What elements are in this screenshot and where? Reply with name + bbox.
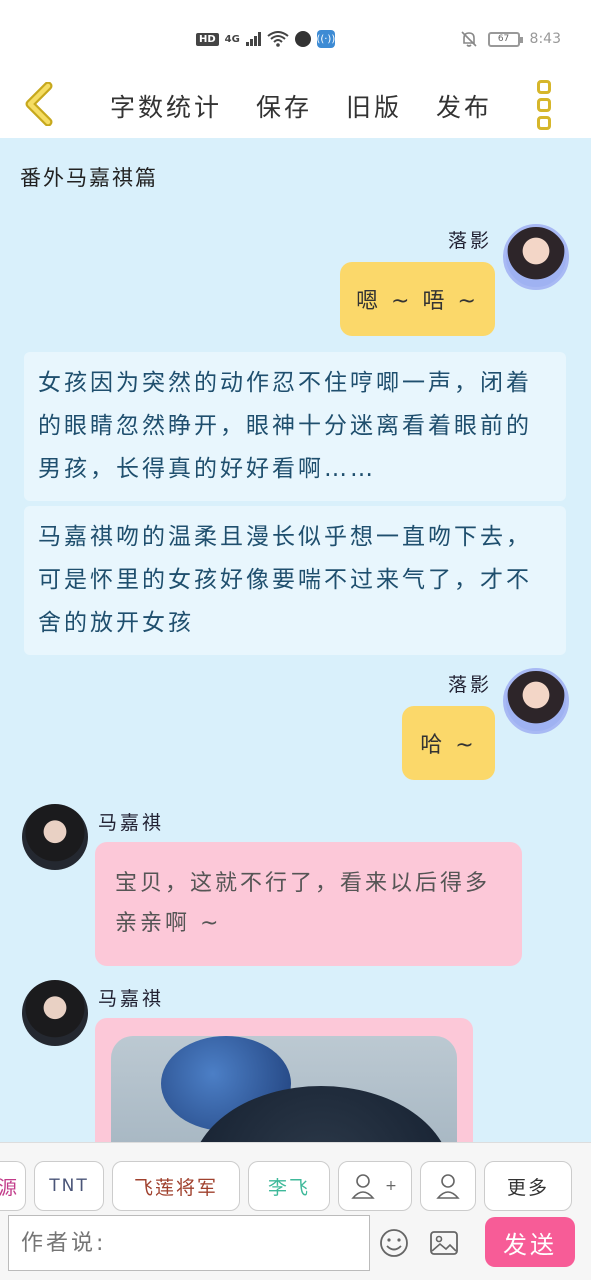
- role-chip-tnt[interactable]: TNT: [34, 1161, 104, 1211]
- speaker-name: 落影: [448, 230, 493, 252]
- status-right-icons: 67 8:43: [460, 30, 561, 48]
- more-options-icon[interactable]: [537, 80, 555, 130]
- role-chip-lifei[interactable]: 李飞: [248, 1161, 330, 1211]
- image-message[interactable]: [95, 1018, 473, 1142]
- editor-header: 字数统计 保存 旧版 发布: [0, 72, 591, 138]
- story-content[interactable]: 番外马嘉祺篇 落影 嗯 ~ 唔 ~ 女孩因为突然的动作忍不住哼唧一声，闭着的眼睛…: [0, 138, 591, 1142]
- avatar[interactable]: [22, 804, 88, 870]
- publish-button[interactable]: 发布: [436, 88, 492, 124]
- status-left-icons: HD 4G ((·)): [196, 30, 335, 48]
- old-version-button[interactable]: 旧版: [346, 88, 402, 124]
- chapter-title: 番外马嘉祺篇: [20, 166, 158, 190]
- status-bar: HD 4G ((·)) 67 8:43: [0, 0, 591, 72]
- battery-icon: 67: [487, 31, 523, 47]
- speaker-name: 马嘉祺: [98, 988, 165, 1010]
- hotspot-icon: ((·)): [316, 30, 335, 48]
- vpn-icon: [294, 31, 311, 47]
- image-icon[interactable]: [428, 1227, 460, 1259]
- back-arrow-icon[interactable]: [20, 82, 60, 126]
- more-chip-button[interactable]: 更多: [484, 1161, 572, 1211]
- add-role-button[interactable]: +: [338, 1161, 412, 1211]
- narration-block[interactable]: 女孩因为突然的动作忍不住哼唧一声，闭着的眼睛忽然睁开，眼神十分迷离看着眼前的男孩…: [24, 352, 566, 501]
- role-manage-button[interactable]: [420, 1161, 476, 1211]
- input-row: 发送: [0, 1215, 591, 1277]
- avatar[interactable]: [22, 980, 88, 1046]
- avatar[interactable]: [503, 668, 569, 734]
- add-person-icon: [351, 1174, 375, 1199]
- send-button[interactable]: 发送: [485, 1217, 575, 1267]
- signal-icon: [245, 32, 261, 46]
- speaker-name: 落影: [448, 674, 493, 696]
- add-role-plus: +: [385, 1178, 399, 1194]
- role-chip-partial[interactable]: 源: [0, 1161, 26, 1211]
- speaker-name: 马嘉祺: [98, 812, 165, 834]
- header-menu: 字数统计 保存 旧版 发布: [110, 88, 492, 124]
- author-note-input[interactable]: [8, 1215, 370, 1271]
- message-bubble[interactable]: 嗯 ~ 唔 ~: [340, 262, 495, 336]
- word-count-button[interactable]: 字数统计: [110, 88, 222, 124]
- emoji-icon[interactable]: [378, 1227, 410, 1259]
- network-label: 4G: [224, 33, 240, 45]
- person-icon: [436, 1174, 460, 1199]
- message-bubble[interactable]: 哈 ~: [402, 706, 495, 780]
- save-button[interactable]: 保存: [256, 88, 312, 124]
- role-chip-feilian[interactable]: 飞莲将军: [112, 1161, 240, 1211]
- narration-block[interactable]: 马嘉祺吻的温柔且漫长似乎想一直吻下去，可是怀里的女孩好像要喘不过来气了，才不舍的…: [24, 506, 566, 655]
- hd-badge: HD: [196, 32, 219, 46]
- role-chips: 源 TNT 飞莲将军 李飞 + 更多: [0, 1161, 591, 1213]
- clock: 8:43: [529, 31, 561, 47]
- photo: [111, 1036, 457, 1142]
- mute-icon: [460, 31, 477, 47]
- avatar[interactable]: [503, 224, 569, 290]
- composer-bar: 源 TNT 飞莲将军 李飞 + 更多 发送: [0, 1142, 591, 1280]
- message-bubble[interactable]: 宝贝，这就不行了，看来以后得多亲亲啊 ~: [95, 842, 522, 966]
- wifi-icon: [267, 31, 289, 47]
